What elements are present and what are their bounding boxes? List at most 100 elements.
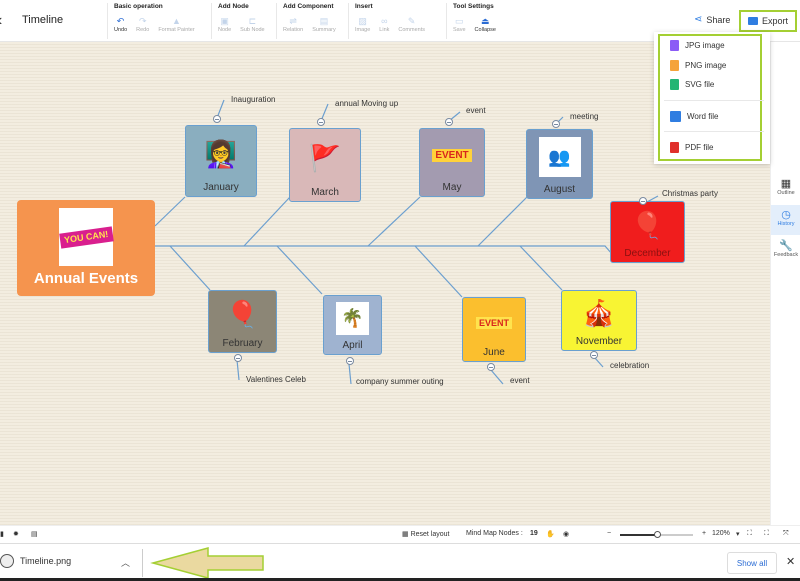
reset-layout-button[interactable]: ▦ Reset layout: [402, 530, 449, 538]
note-line-june: [490, 369, 504, 385]
reset-layout-label: Reset layout: [410, 531, 450, 538]
export-button[interactable]: Export: [739, 10, 797, 32]
status-bar: ▮ ✹ ▤ ▦ Reset layout Mind Map Nodes : 19…: [0, 525, 800, 543]
sub-node-button[interactable]: ⊏ Sub Node: [240, 15, 264, 33]
comments-button[interactable]: ✎ Comments: [398, 15, 425, 33]
zoom-in-button[interactable]: +: [702, 530, 706, 537]
fullscreen-icon[interactable]: ⛶: [764, 530, 769, 538]
menu-label: SVG file: [685, 80, 715, 89]
zoom-slider[interactable]: [620, 531, 693, 538]
export-svg[interactable]: SVG file: [670, 79, 714, 90]
node-december[interactable]: 🎈 December: [610, 201, 685, 263]
format-painter-label: Format Painter: [158, 27, 195, 33]
zoom-out-button[interactable]: −: [607, 530, 611, 537]
downloads-bar: Timeline.png ︿ Show all ✕: [0, 543, 800, 581]
export-png[interactable]: PNG image: [670, 60, 726, 71]
group-insert: Insert ▨ Image ∞ Link ✎ Comments: [348, 3, 434, 39]
note-february[interactable]: Valentines Celeb: [246, 375, 306, 384]
collapse-toggle[interactable]: [552, 120, 560, 128]
relation-icon: ⇌: [289, 16, 297, 26]
export-jpg[interactable]: JPG image: [670, 40, 725, 51]
app-title: Timeline: [22, 14, 64, 26]
folder-export-icon: [747, 17, 758, 25]
zoom-level[interactable]: 120%: [712, 530, 730, 537]
export-label: Export: [761, 16, 788, 26]
download-item[interactable]: Timeline.png: [0, 554, 71, 568]
export-word[interactable]: Word file: [670, 111, 718, 122]
group-add-node: Add Node ▣ Node ⊏ Sub Node: [211, 3, 274, 39]
event-banner-icon: EVENT: [475, 298, 512, 347]
group-title: Basic operation: [114, 3, 163, 10]
branch-june: [414, 245, 463, 298]
relation-button[interactable]: ⇌ Relation: [283, 15, 303, 33]
word-file-icon: [670, 111, 681, 122]
collapse-toggle[interactable]: [317, 118, 325, 126]
image-button[interactable]: ▨ Image: [355, 15, 370, 33]
expand-icon[interactable]: ⤧: [783, 530, 789, 538]
root-node-annual-events[interactable]: YOU CAN! Annual Events: [17, 200, 155, 296]
hand-icon[interactable]: ✋: [546, 530, 555, 538]
keyboard-icon[interactable]: ▤: [31, 530, 38, 538]
sidebar-item-outline[interactable]: ▦ Outline: [771, 177, 800, 205]
sidebar-label: Outline: [777, 190, 795, 196]
note-march[interactable]: annual Moving up: [335, 99, 398, 108]
node-may[interactable]: EVENT May: [419, 128, 485, 197]
summary-button[interactable]: ▤ Summary: [312, 15, 336, 33]
note-november[interactable]: celebration: [610, 361, 649, 370]
branch-august: [477, 196, 528, 247]
link-button[interactable]: ∞ Link: [379, 15, 389, 33]
node-january[interactable]: 👩‍🏫 January: [185, 125, 257, 197]
node-label: May: [442, 182, 462, 193]
group-add-component: Add Component ⇌ Relation ▤ Summary: [276, 3, 345, 39]
collapse-toggle[interactable]: [639, 197, 647, 205]
close-icon[interactable]: ✕: [786, 555, 795, 568]
panel-icon[interactable]: ▮: [0, 530, 4, 538]
export-pdf[interactable]: PDF file: [670, 142, 713, 153]
menu-label: JPG image: [685, 41, 725, 50]
theme-icon[interactable]: ✹: [13, 530, 19, 538]
fit-icon[interactable]: ⛶: [747, 530, 752, 538]
eye-icon[interactable]: ◉: [563, 530, 569, 538]
you-can-image: YOU CAN!: [58, 208, 114, 266]
node-june[interactable]: EVENT June: [462, 297, 526, 362]
back-chevron-icon[interactable]: ‹: [0, 12, 2, 30]
format-painter-button[interactable]: ▲ Format Painter: [158, 15, 194, 33]
note-may[interactable]: event: [466, 106, 486, 115]
note-december[interactable]: Christmas party: [662, 189, 718, 198]
share-button[interactable]: ⋖ Share: [694, 14, 730, 25]
note-april[interactable]: company summer outing: [356, 377, 444, 386]
node-april[interactable]: 🌴 April: [323, 295, 382, 355]
redo-icon: ↷: [138, 16, 147, 26]
note-august[interactable]: meeting: [570, 112, 598, 121]
collapse-toggle[interactable]: [234, 354, 242, 362]
note-january[interactable]: Inauguration: [231, 95, 275, 104]
collapse-toggle[interactable]: [346, 357, 354, 365]
save-button[interactable]: ▭ Save: [453, 15, 466, 33]
undo-button[interactable]: ↶ Undo: [114, 15, 127, 33]
zoom-slider-thumb[interactable]: [653, 531, 661, 538]
summary-icon: ▤: [319, 16, 329, 26]
node-march[interactable]: 🚩 March: [289, 128, 361, 202]
collapse-button[interactable]: ⏏ Collapse: [475, 15, 496, 33]
collapse-toggle[interactable]: [590, 351, 598, 359]
sidebar-label: Feedback: [773, 252, 799, 258]
menu-label: PNG image: [685, 61, 727, 70]
node-february[interactable]: 🎈 February: [208, 290, 277, 353]
sidebar-item-feedback[interactable]: 🔧 Feedback: [771, 239, 800, 267]
nodes-count-label: Mind Map Nodes :: [466, 530, 523, 537]
collapse-toggle[interactable]: [445, 118, 453, 126]
sidebar-item-history[interactable]: ◷ History: [771, 205, 800, 235]
collapse-toggle[interactable]: [487, 363, 495, 371]
chevron-up-icon[interactable]: ︿: [121, 556, 130, 569]
show-all-button[interactable]: Show all: [727, 552, 777, 574]
relation-label: Relation: [283, 27, 304, 33]
note-june[interactable]: event: [510, 376, 530, 385]
node-button[interactable]: ▣ Node: [218, 15, 231, 33]
node-november[interactable]: 🎪 November: [561, 290, 637, 351]
pdf-file-icon: [670, 142, 679, 153]
feedback-wrench-icon: 🔧: [779, 240, 793, 252]
node-august[interactable]: 👥 August: [526, 129, 593, 199]
redo-button[interactable]: ↷ Redo: [136, 15, 149, 33]
zoom-dropdown-icon[interactable]: ▾: [736, 530, 740, 538]
collapse-toggle[interactable]: [213, 115, 221, 123]
